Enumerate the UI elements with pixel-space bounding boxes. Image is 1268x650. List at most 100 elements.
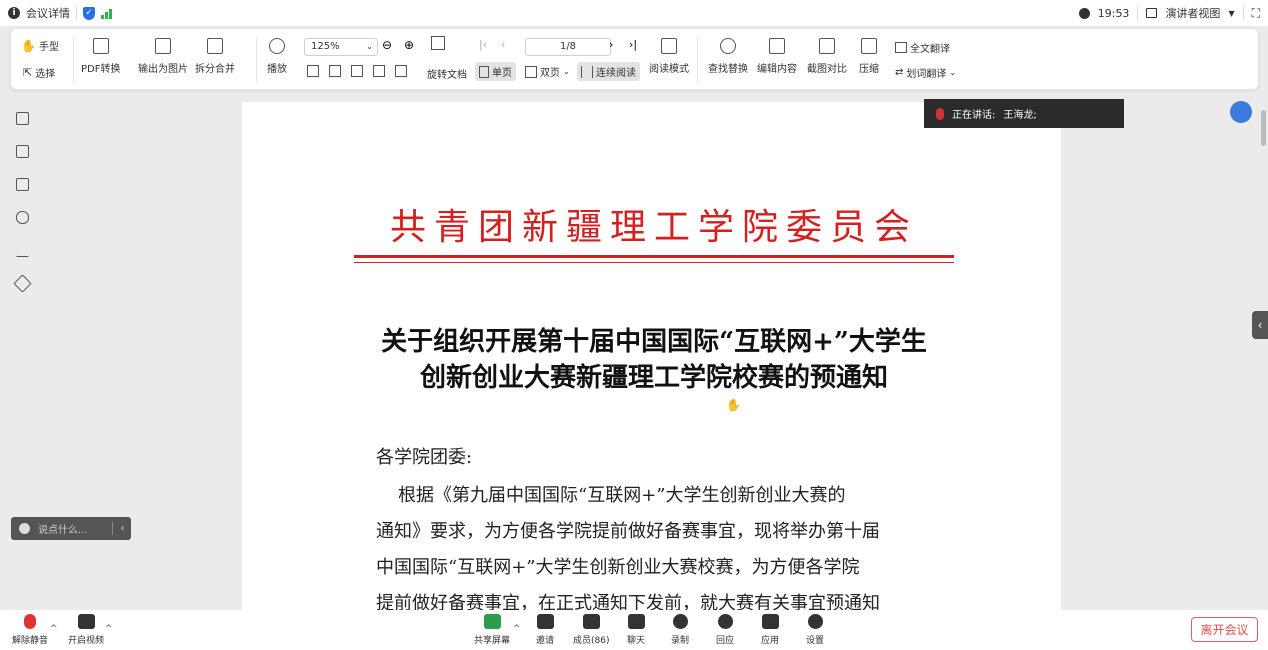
split-merge-button[interactable]: 拆分合并 (195, 38, 235, 75)
divider (73, 37, 74, 83)
play-button[interactable]: 播放 (267, 38, 287, 75)
zoom-value: 125% (311, 41, 340, 52)
chevron-left-icon[interactable]: ‹ (121, 523, 125, 534)
invite-label: 邀请 (536, 636, 555, 646)
chevron-up-icon[interactable]: ^ (513, 624, 521, 634)
zoom-in-icon[interactable]: ⊕ (404, 38, 414, 52)
chevron-up-icon[interactable]: ^ (50, 624, 58, 634)
compress-label: 压缩 (859, 64, 879, 75)
zoom-out-icon[interactable]: ⊖ (382, 38, 392, 52)
unmute-button[interactable]: 解除静音 (12, 614, 48, 646)
scrollbar[interactable] (1260, 100, 1268, 610)
react-button[interactable]: 回应 (716, 614, 734, 646)
fullscreen-icon[interactable]: ⛶ (1252, 6, 1260, 21)
bookmark-icon[interactable] (16, 112, 29, 125)
paragraph-line: 提前做好备赛事宜，在正式通知下发前，就大赛有关事宜预通知 (376, 593, 880, 610)
continuous-label: 连续阅读 (596, 68, 636, 79)
fit-width-icon[interactable] (329, 65, 341, 77)
rotate-left-icon[interactable] (373, 65, 385, 77)
find-replace-button[interactable]: 查找替换 (708, 38, 748, 75)
reading-mode-button[interactable]: 阅读模式 (649, 38, 689, 75)
meeting-details-link[interactable]: 会议详情 (26, 5, 70, 21)
paragraph-line: 中国国际“互联网+”大学生创新创业大赛校赛，为方便各学院 (376, 557, 860, 578)
react-label: 回应 (716, 636, 735, 646)
members-label: 成员(86) (573, 636, 610, 646)
last-page-icon[interactable]: ›| (629, 38, 637, 51)
single-page-label: 单页 (492, 68, 512, 79)
full-translate-label: 全文翻译 (910, 44, 950, 55)
scrollbar-thumb[interactable] (1261, 110, 1266, 146)
hand-label: 手型 (38, 42, 59, 53)
fit-height-icon[interactable] (351, 65, 363, 77)
layers-icon[interactable] (13, 274, 32, 293)
double-page-button[interactable]: 双页 ⌄ (525, 64, 570, 79)
header-rule-thin (354, 262, 954, 263)
security-shield-icon[interactable]: ✓ (83, 6, 95, 20)
start-video-button[interactable]: 开启视频 (68, 614, 104, 646)
signal-icon[interactable] (101, 8, 112, 19)
expand-panel-button[interactable]: ‹ (1252, 311, 1268, 339)
thumbnail-icon[interactable] (16, 145, 29, 158)
paragraph-line: 根据《第九届中国国际“互联网+”大学生创新创业大赛的 (398, 485, 846, 506)
info-icon[interactable]: i (8, 7, 20, 19)
record-button[interactable]: 录制 (671, 614, 689, 646)
chat-button[interactable]: 聊天 (627, 614, 645, 646)
pdf-toolbar: ✋ 手型 ⇱ 选择 PDF转换 输出为图片 拆分合并 播放 125% ⌄ ⊖ ⊕… (10, 28, 1259, 90)
members-button[interactable]: 成员(86) (573, 614, 609, 646)
presenter-view-icon (1146, 8, 1158, 18)
page-number-value: 1/8 (559, 41, 577, 52)
invite-button[interactable]: 邀请 (536, 614, 554, 646)
settings-label: 设置 (806, 636, 825, 646)
header-rule (354, 255, 954, 258)
chat-quick-input[interactable]: 说点什么... ‹ (11, 517, 131, 540)
paragraph-line: 通知》要求，为方便各学院提前做好备赛事宜，现将举办第十届 (376, 521, 880, 542)
chevron-left-icon: ‹ (1257, 318, 1263, 332)
chevron-down-icon: ⌄ (949, 68, 957, 77)
continuous-reading-button[interactable]: 连续阅读 (577, 62, 640, 81)
chevron-up-icon[interactable]: ^ (105, 624, 113, 634)
page-number-input[interactable]: 1/8 (525, 38, 611, 56)
divider (76, 6, 77, 20)
rotate-right-icon[interactable] (395, 65, 407, 77)
screenshot-compare-button[interactable]: 截图对比 (807, 38, 847, 75)
chat-placeholder: 说点什么... (38, 525, 88, 536)
leave-meeting-button[interactable]: 离开会议 (1191, 617, 1258, 642)
unmute-label: 解除静音 (12, 636, 49, 646)
select-tool-button[interactable]: ⇱ 选择 (23, 65, 55, 80)
record-icon (672, 614, 688, 629)
word-translate-button[interactable]: ⇄ 划词翻译 ⌄ (895, 65, 956, 80)
speaking-indicator: 正在讲话: 王海龙; (924, 99, 1124, 128)
word-translate-label: 划词翻译 (906, 69, 947, 80)
presenter-view-button[interactable]: 演讲者视图 (1165, 5, 1220, 21)
apps-button[interactable]: 应用 (761, 614, 779, 646)
double-page-label: 双页 (540, 68, 560, 79)
full-translate-button[interactable]: 全文翻译 (895, 40, 950, 55)
fit-page-icon[interactable] (431, 36, 445, 50)
hand-tool-button[interactable]: ✋ 手型 (21, 38, 59, 54)
floating-avatar-button[interactable] (1230, 101, 1252, 123)
settings-button[interactable]: 设置 (806, 614, 824, 646)
export-image-button[interactable]: 输出为图片 (138, 38, 188, 75)
divider (1242, 6, 1244, 20)
prev-page-icon[interactable]: ‹ (501, 38, 505, 51)
document-page[interactable]: 共青团新疆理工学院委员会 关于组织开展第十届中国国际“互联网+”大学生 创新创业… (242, 102, 1061, 610)
first-page-icon[interactable]: |‹ (479, 38, 487, 51)
view-tools (307, 65, 407, 77)
comment-icon[interactable] (16, 178, 29, 191)
signature-icon[interactable] (16, 244, 29, 257)
search-icon (720, 38, 736, 54)
chevron-down-icon[interactable]: ▼ (1228, 9, 1234, 18)
rotate-document-button[interactable]: 旋转文档 (427, 66, 467, 81)
edit-content-button[interactable]: 编辑内容 (757, 38, 797, 75)
pdf-convert-button[interactable]: PDF转换 (81, 38, 120, 75)
emoji-icon[interactable] (19, 523, 30, 534)
zoom-select[interactable]: 125% ⌄ (304, 38, 378, 56)
actual-size-icon[interactable] (307, 65, 319, 77)
meeting-time: 19:53 (1097, 6, 1130, 20)
share-screen-button[interactable]: 共享屏幕 (474, 614, 510, 646)
share-screen-icon (483, 614, 501, 629)
attachment-icon[interactable] (16, 211, 29, 224)
compress-button[interactable]: 压缩 (859, 38, 879, 75)
next-page-icon[interactable]: › (609, 38, 613, 51)
single-page-button[interactable]: 单页 (475, 62, 516, 81)
